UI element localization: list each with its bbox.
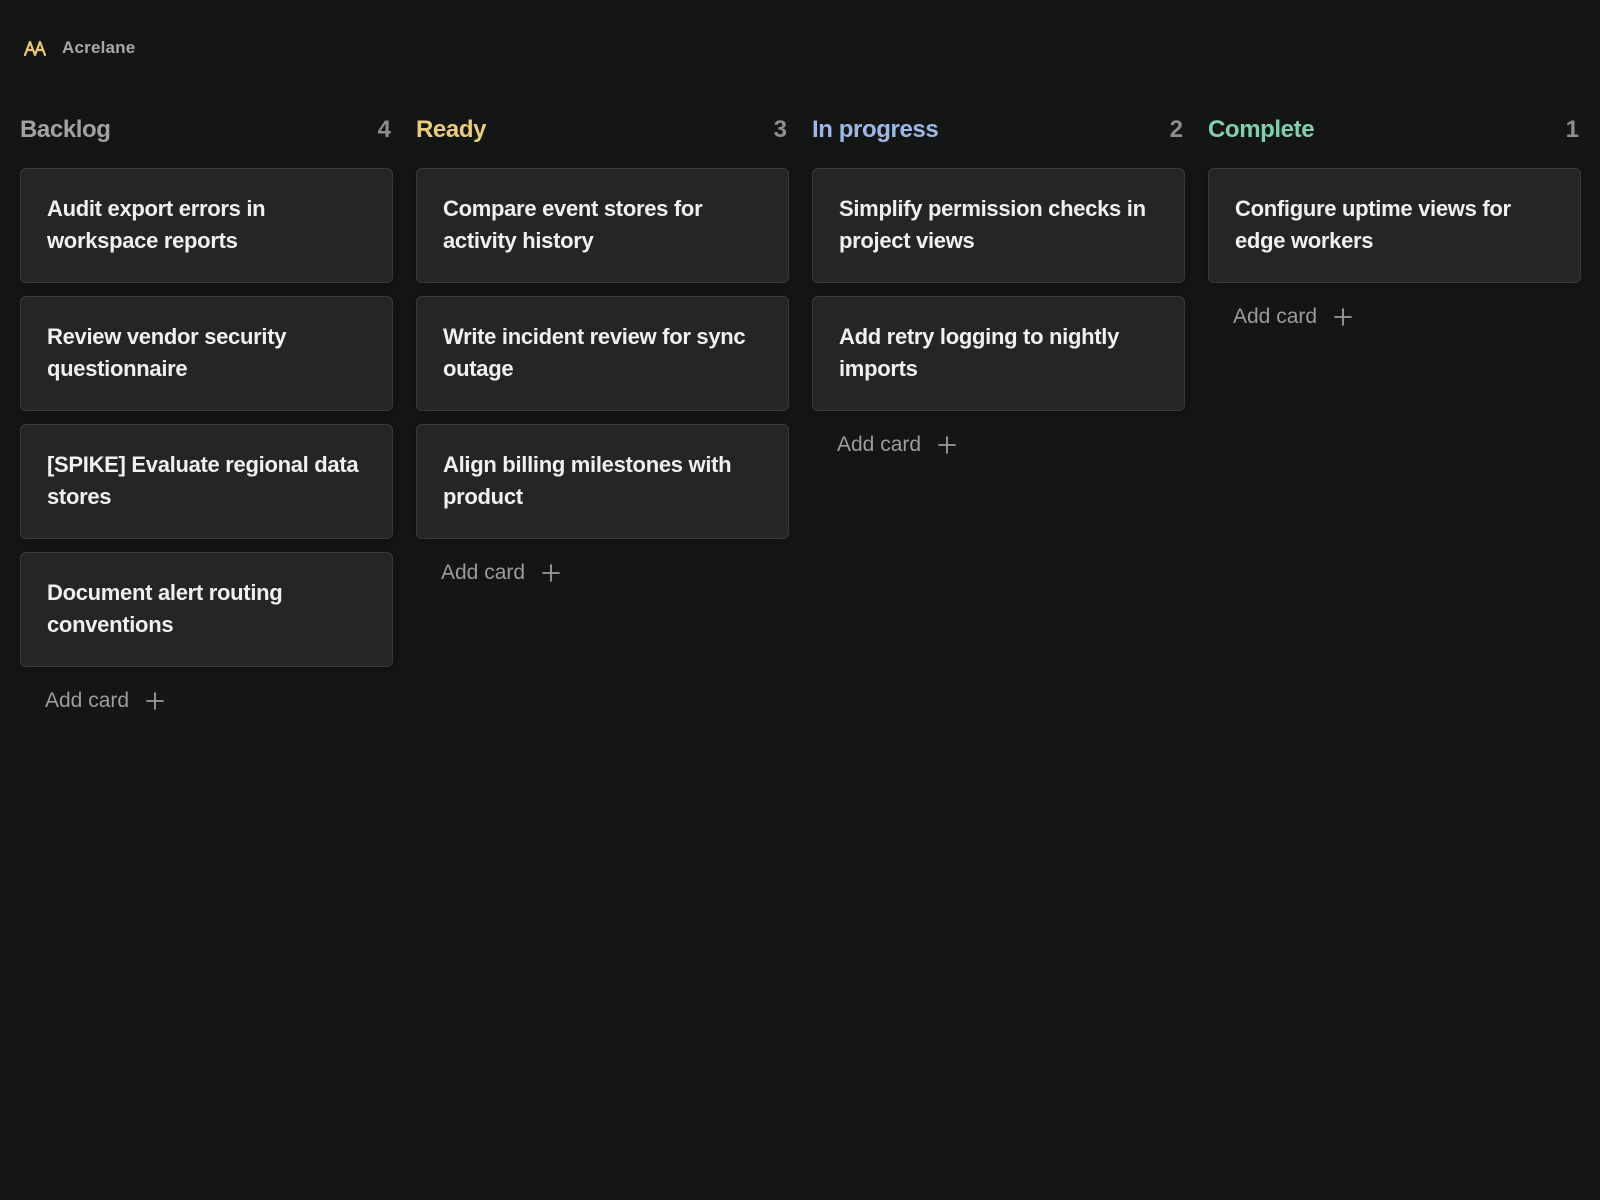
task-card-title: Configure uptime views for edge workers [1235,196,1511,253]
brand[interactable]: Acrelane [23,36,136,60]
task-card-title: Align billing milestones with product [443,452,732,509]
column-card-count: 2 [1169,116,1183,143]
add-card-label: Add card [1233,305,1318,328]
add-card-button[interactable]: Add card [1233,304,1581,330]
task-card-title: Audit export errors in workspace reports [47,196,266,253]
add-card-label: Add card [441,561,526,584]
add-card-label: Add card [837,433,922,456]
task-card-title: Simplify permission checks in project vi… [839,196,1146,253]
column-header: Complete 1 [1208,112,1581,148]
add-card-button[interactable]: Add card [837,432,1185,458]
app-root: Acrelane Backlog 4 Audit export errors in … [0,0,1600,1200]
column-header: Backlog 4 [20,112,393,148]
plus-icon [541,563,561,583]
card-list: Compare event stores for activity histor… [416,168,789,539]
column-title[interactable]: In progress [812,116,939,144]
plus-icon [145,691,165,711]
plus-icon [937,435,957,455]
plus-icon [1333,307,1353,327]
column-backlog: Backlog 4 Audit export errors in workspace… [20,112,393,714]
card-list: Simplify permission checks in project vi… [812,168,1185,411]
task-card[interactable]: Audit export errors in workspace reports [20,168,393,283]
task-card[interactable]: Align billing milestones with product [416,424,789,539]
column-card-count: 1 [1565,116,1579,143]
add-card-button[interactable]: Add card [441,560,789,586]
task-card[interactable]: Document alert routing conventions [20,552,393,667]
task-card[interactable]: Write incident review for sync outage [416,296,789,411]
column-card-count: 3 [773,116,787,143]
add-card-button[interactable]: Add card [45,688,393,714]
task-card-title: Document alert routing conventions [47,580,283,637]
column-ready: Ready 3 Compare event stores for activity … [416,112,789,714]
column-header: Ready 3 [416,112,789,148]
task-card[interactable]: Simplify permission checks in project vi… [812,168,1185,283]
card-list: Audit export errors in workspace reports… [20,168,393,667]
column-header: In progress 2 [812,112,1185,148]
add-card-label: Add card [45,689,130,712]
task-card-title: Add retry logging to nightly imports [839,324,1120,381]
column-complete: Complete 1 Configure uptime views for edge… [1208,112,1581,714]
task-card[interactable]: Configure uptime views for edge workers [1208,168,1581,283]
task-card-title: [SPIKE] Evaluate regional data stores [47,452,359,509]
task-card[interactable]: Compare event stores for activity histor… [416,168,789,283]
column-title[interactable]: Ready [416,116,486,144]
task-card-title: Write incident review for sync outage [443,324,746,381]
column-title[interactable]: Backlog [20,116,111,144]
acrelane-logo-icon [23,38,47,58]
task-card-title: Review vendor security questionnaire [47,324,287,381]
column-title[interactable]: Complete [1208,116,1315,144]
task-card-title: Compare event stores for activity histor… [443,196,703,253]
task-card[interactable]: [SPIKE] Evaluate regional data stores [20,424,393,539]
column-in-progress: In progress 2 Simplify permission checks i… [812,112,1185,714]
kanban-board: Backlog 4 Audit export errors in workspace… [20,112,1581,714]
card-list: Configure uptime views for edge workers [1208,168,1581,283]
app-name: Acrelane [62,38,136,57]
column-card-count: 4 [377,116,391,143]
task-card[interactable]: Add retry logging to nightly imports [812,296,1185,411]
task-card[interactable]: Review vendor security questionnaire [20,296,393,411]
